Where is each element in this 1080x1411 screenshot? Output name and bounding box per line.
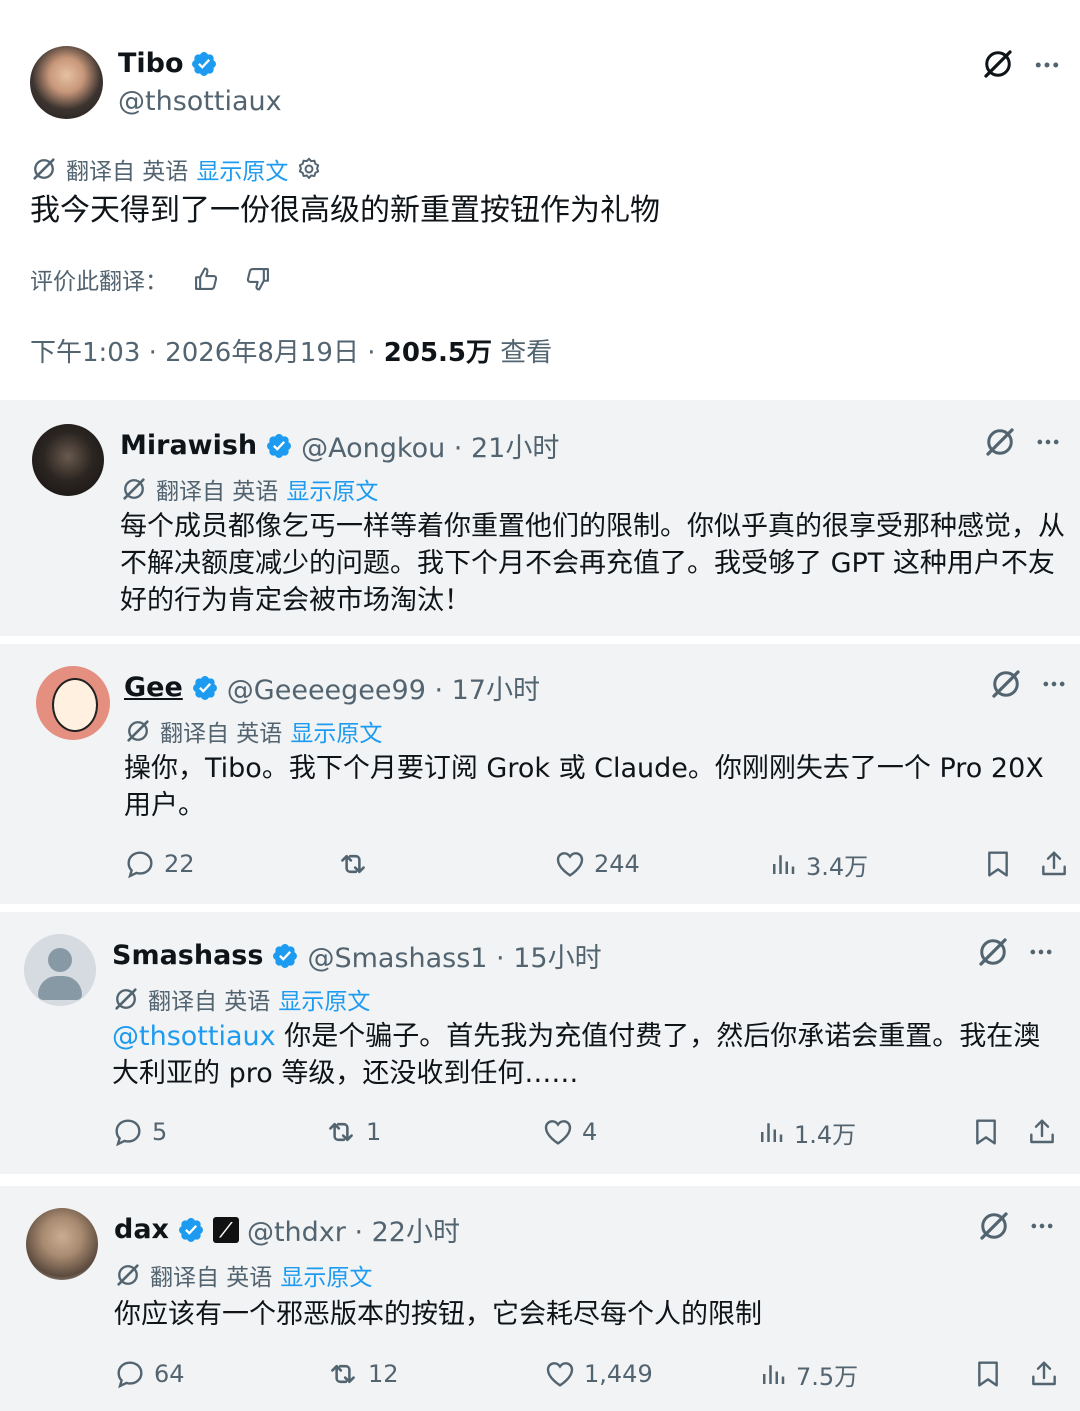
gear-icon[interactable] — [296, 156, 322, 182]
show-original-link[interactable]: 显示原文 — [290, 714, 382, 748]
show-original-link[interactable]: 显示原文 — [196, 152, 288, 186]
translation-notice: 翻译自 英语 显示原文 — [114, 1258, 372, 1292]
reply-text: 操你，Tibo。我下个月要订阅 Grok 或 Claude。你刚刚失去了一个 P… — [124, 753, 1044, 821]
reply-text: 你应该有一个邪恶版本的按钮，它会耗尽每个人的限制 — [114, 1299, 762, 1330]
reply-button[interactable]: 5 — [112, 1116, 167, 1148]
avatar[interactable] — [32, 424, 104, 496]
reply-tweet[interactable]: dax ⁄ @thdxr · 22小时 翻译自 英语 显示原文 你应该有一个邪恶… — [0, 1186, 1080, 1411]
avatar[interactable] — [36, 666, 110, 740]
translated-from: 翻译自 英语 — [160, 721, 283, 747]
views-label: 查看 — [500, 338, 553, 368]
action-bar: 5 1 4 1.4万 — [112, 1112, 1058, 1152]
translate-icon — [112, 985, 140, 1013]
repost-button[interactable] — [336, 847, 378, 881]
rate-translation: 评价此翻译： — [30, 262, 272, 296]
reply-header: Smashass @Smashass1 · 15小时 — [112, 936, 602, 975]
author-handle[interactable]: @thdxr · 22小时 — [247, 1210, 460, 1249]
bookmark-icon[interactable] — [970, 1116, 1002, 1148]
share-icon[interactable] — [1038, 848, 1070, 880]
reply-tweet[interactable]: Gee @Geeeegee99 · 17小时 翻译自 英语 显示原文 操你，Ti… — [0, 644, 1080, 904]
show-original-link[interactable]: 显示原文 — [280, 1258, 372, 1292]
translated-from: 翻译自 英语 — [66, 159, 189, 185]
grok-icon[interactable] — [975, 934, 1011, 970]
tweet-text: 我今天得到了一份很高级的新重置按钮作为礼物 — [30, 193, 660, 228]
translated-from: 翻译自 英语 — [156, 479, 279, 505]
show-original-link[interactable]: 显示原文 — [278, 982, 370, 1016]
repost-button[interactable]: 1 — [324, 1115, 381, 1149]
rate-label: 评价此翻译： — [30, 269, 168, 295]
author-handle[interactable]: @Smashass1 · 15小时 — [307, 936, 601, 975]
author-handle[interactable]: @Geeeegee99 · 17小时 — [227, 668, 540, 707]
translated-from: 翻译自 英语 — [150, 1265, 273, 1291]
grok-icon[interactable] — [982, 424, 1018, 460]
translation-notice: 翻译自 英语 显示原文 — [30, 152, 322, 186]
reply-button[interactable]: 22 — [124, 848, 195, 880]
author-name[interactable]: dax — [114, 1214, 169, 1245]
verified-badge-icon — [265, 432, 293, 460]
reply-header: Mirawish @Aongkou · 21小时 — [120, 426, 559, 465]
reply-header: Gee @Geeeegee99 · 17小时 — [124, 668, 540, 707]
main-tweet: Tibo @thsottiaux 翻译自 英语 显示原文 我今天得到了一份很高级… — [0, 0, 1080, 398]
share-icon[interactable] — [1026, 1116, 1058, 1148]
bookmark-icon[interactable] — [972, 1358, 1004, 1390]
verified-badge-icon — [191, 674, 219, 702]
more-icon[interactable] — [1027, 938, 1055, 966]
translate-icon — [30, 155, 58, 183]
verified-badge-icon — [177, 1216, 205, 1244]
timestamp[interactable]: 下午1:03 · 2026年8月19日 · — [30, 338, 384, 368]
mention-link[interactable]: @thsottiaux — [112, 1021, 276, 1052]
view-count: 205.5万 — [383, 338, 493, 368]
views-button[interactable]: 3.4万 — [768, 847, 868, 882]
author-name[interactable]: Tibo — [118, 48, 184, 79]
avatar[interactable] — [30, 46, 103, 119]
like-button[interactable]: 244 — [554, 848, 640, 880]
thumbs-up-icon[interactable] — [192, 265, 220, 293]
author-name[interactable]: Mirawish — [120, 430, 257, 461]
reply-button[interactable]: 64 — [114, 1358, 185, 1390]
repost-button[interactable]: 12 — [326, 1357, 399, 1391]
reply-tweet[interactable]: Mirawish @Aongkou · 21小时 翻译自 英语 显示原文 每个成… — [0, 400, 1080, 636]
grok-icon[interactable] — [980, 46, 1016, 82]
more-icon[interactable] — [1028, 1212, 1056, 1240]
like-button[interactable]: 4 — [542, 1116, 597, 1148]
author-handle[interactable]: @thsottiaux — [118, 86, 282, 117]
share-icon[interactable] — [1028, 1358, 1060, 1390]
like-button[interactable]: 1,449 — [544, 1358, 653, 1390]
translate-icon — [120, 475, 148, 503]
translate-icon — [124, 717, 152, 745]
author-handle[interactable]: @Aongkou · 21小时 — [301, 426, 559, 465]
action-bar: 22 244 3.4万 — [124, 844, 1070, 884]
avatar[interactable] — [26, 1208, 98, 1280]
views-button[interactable]: 1.4万 — [756, 1115, 856, 1150]
reply-text: @thsottiaux 你是个骗子。首先我为充值付费了，然后你承诺会重置。我在澳… — [112, 1018, 1057, 1092]
reply-header: dax ⁄ @thdxr · 22小时 — [114, 1210, 460, 1249]
views-button[interactable]: 7.5万 — [758, 1357, 858, 1392]
grok-icon[interactable] — [976, 1208, 1012, 1244]
bookmark-icon[interactable] — [982, 848, 1014, 880]
more-icon[interactable] — [1032, 50, 1062, 80]
avatar[interactable] — [24, 934, 96, 1006]
more-icon[interactable] — [1034, 428, 1062, 456]
translation-notice: 翻译自 英语 显示原文 — [124, 714, 382, 748]
affiliate-badge-icon: ⁄ — [212, 1216, 239, 1243]
author-name-row: Tibo — [118, 48, 218, 79]
reply-text: 每个成员都像乞丐一样等着你重置他们的限制。你似乎真的很享受那种感觉，从不解决额度… — [120, 511, 1065, 616]
verified-badge-icon — [271, 942, 299, 970]
translate-icon — [114, 1261, 142, 1289]
translation-notice: 翻译自 英语 显示原文 — [120, 472, 378, 506]
show-original-link[interactable]: 显示原文 — [286, 472, 378, 506]
translated-from: 翻译自 英语 — [148, 989, 271, 1015]
reply-tweet[interactable]: Smashass @Smashass1 · 15小时 翻译自 英语 显示原文 @… — [0, 912, 1080, 1174]
verified-badge-icon — [190, 50, 218, 78]
grok-icon[interactable] — [988, 666, 1024, 702]
action-bar: 64 12 1,449 7.5万 — [114, 1354, 1060, 1394]
author-name[interactable]: Gee — [124, 672, 183, 703]
tweet-meta: 下午1:03 · 2026年8月19日 · 205.5万 查看 — [30, 332, 552, 369]
translation-notice: 翻译自 英语 显示原文 — [112, 982, 370, 1016]
more-icon[interactable] — [1040, 670, 1068, 698]
author-name[interactable]: Smashass — [112, 940, 263, 971]
thumbs-down-icon[interactable] — [244, 265, 272, 293]
